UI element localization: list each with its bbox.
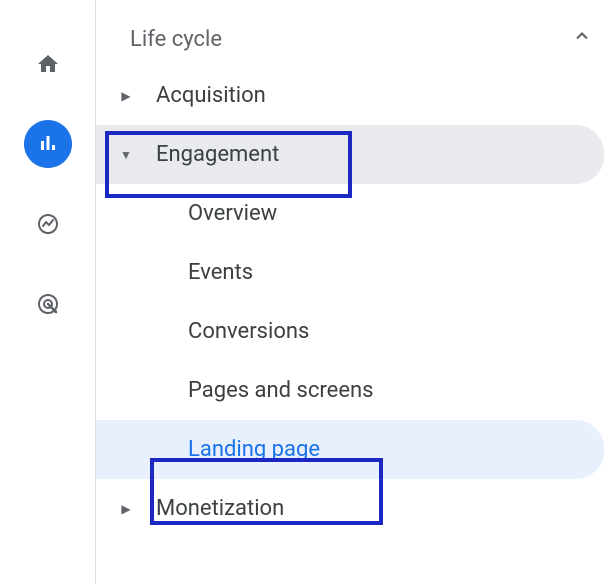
- sub-item-pages-screens[interactable]: Pages and screens: [96, 361, 604, 420]
- icon-rail: [0, 0, 96, 584]
- sub-label: Conversions: [188, 319, 309, 344]
- caret-right-icon: ▶: [118, 502, 134, 516]
- nav-item-acquisition[interactable]: ▶ Acquisition: [96, 66, 604, 125]
- sub-label: Events: [188, 260, 253, 285]
- sub-label: Overview: [188, 201, 277, 226]
- sub-item-landing-page[interactable]: Landing page: [96, 420, 604, 479]
- nav-label: Acquisition: [156, 83, 266, 108]
- caret-right-icon: ▶: [118, 89, 134, 103]
- nav-label: Monetization: [156, 496, 284, 521]
- sub-item-events[interactable]: Events: [96, 243, 604, 302]
- nav-label: Engagement: [156, 142, 279, 167]
- caret-down-icon: ▼: [118, 148, 134, 162]
- chevron-up-icon: [572, 26, 592, 52]
- nav-panel: Life cycle ▶ Acquisition ▼ Engagement Ov…: [96, 0, 616, 584]
- sub-item-overview[interactable]: Overview: [96, 184, 604, 243]
- advertising-icon[interactable]: [24, 280, 72, 328]
- sub-item-conversions[interactable]: Conversions: [96, 302, 604, 361]
- reports-icon[interactable]: [24, 120, 72, 168]
- sub-label: Pages and screens: [188, 378, 374, 403]
- sub-label: Landing page: [188, 437, 320, 462]
- home-icon[interactable]: [24, 40, 72, 88]
- section-header[interactable]: Life cycle: [96, 12, 616, 66]
- nav-item-engagement[interactable]: ▼ Engagement: [96, 125, 604, 184]
- section-title: Life cycle: [130, 27, 222, 52]
- explore-icon[interactable]: [24, 200, 72, 248]
- nav-item-monetization[interactable]: ▶ Monetization: [96, 479, 604, 538]
